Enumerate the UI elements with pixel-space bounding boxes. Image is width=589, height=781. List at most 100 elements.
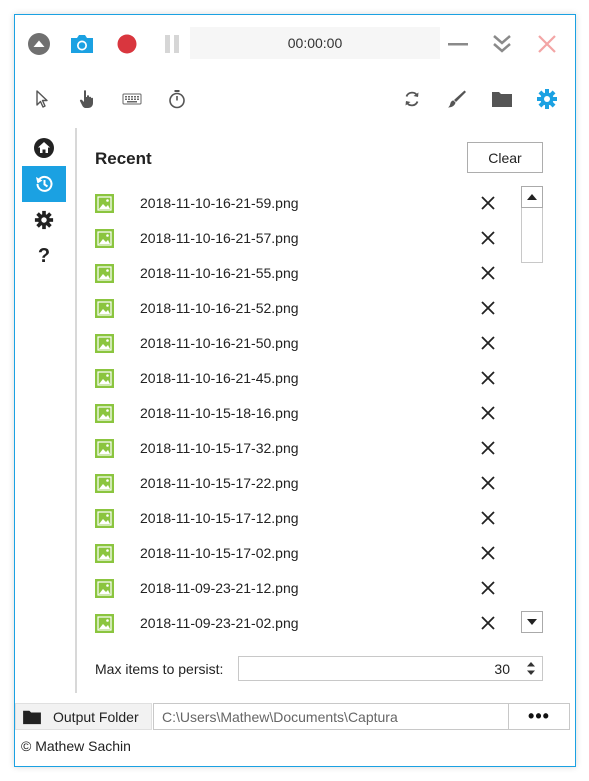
image-file-icon xyxy=(95,299,114,318)
list-item[interactable]: 2018-11-10-15-17-32.png xyxy=(93,431,513,466)
question-mark-icon: ? xyxy=(37,244,51,267)
file-name[interactable]: 2018-11-10-16-21-59.png xyxy=(140,195,299,211)
list-item[interactable]: 2018-11-10-16-21-50.png xyxy=(93,326,513,361)
close-icon xyxy=(481,196,495,210)
list-item[interactable]: 2018-11-10-15-18-16.png xyxy=(93,396,513,431)
nav-home[interactable] xyxy=(22,130,66,166)
list-item[interactable]: 2018-11-09-23-21-02.png xyxy=(93,606,513,641)
toolbar xyxy=(15,83,575,115)
close-icon xyxy=(481,511,495,525)
remove-item-button[interactable] xyxy=(479,264,497,282)
title-bar: 00:00:00 xyxy=(15,15,575,73)
max-items-label: Max items to persist: xyxy=(95,661,224,677)
recent-title: Recent xyxy=(95,149,152,168)
close-icon xyxy=(481,406,495,420)
remove-item-button[interactable] xyxy=(479,369,497,387)
minimize-icon xyxy=(448,43,468,46)
close-icon xyxy=(481,476,495,490)
captura-window: 00:00:00 ? Recent Clear 2018-11-10-16-21… xyxy=(14,14,576,767)
list-item[interactable]: 2018-11-10-16-21-57.png xyxy=(93,221,513,256)
scroll-up-button[interactable] xyxy=(521,186,543,208)
remove-item-button[interactable] xyxy=(479,229,497,247)
folder-icon xyxy=(23,710,41,725)
remove-item-button[interactable] xyxy=(479,614,497,632)
max-items-value[interactable]: 30 xyxy=(494,661,510,677)
screenshot-button[interactable] xyxy=(68,30,96,58)
list-item[interactable]: 2018-11-10-16-21-59.png xyxy=(93,186,513,221)
file-name[interactable]: 2018-11-10-16-21-57.png xyxy=(140,230,299,246)
nav-settings[interactable] xyxy=(22,202,66,238)
timer-toggle[interactable] xyxy=(163,85,191,113)
output-folder-button[interactable]: Output Folder xyxy=(15,703,152,730)
minimize-to-tray-button[interactable] xyxy=(488,30,516,58)
side-navigation: ? xyxy=(22,130,66,274)
spinner-arrows-icon[interactable] xyxy=(524,659,538,678)
stopwatch-icon xyxy=(169,90,185,109)
file-name[interactable]: 2018-11-10-16-21-50.png xyxy=(140,335,299,351)
list-item[interactable]: 2018-11-10-15-17-02.png xyxy=(93,536,513,571)
open-folder-button[interactable] xyxy=(488,85,516,113)
image-file-icon xyxy=(95,194,114,213)
file-name[interactable]: 2018-11-10-15-17-32.png xyxy=(140,440,299,456)
image-editor-button[interactable] xyxy=(443,85,471,113)
remove-item-button[interactable] xyxy=(479,509,497,527)
scroll-down-button[interactable] xyxy=(521,611,543,633)
list-item[interactable]: 2018-11-10-15-17-12.png xyxy=(93,501,513,536)
list-item[interactable]: 2018-11-10-16-21-45.png xyxy=(93,361,513,396)
file-name[interactable]: 2018-11-10-16-21-55.png xyxy=(140,265,299,281)
image-file-icon xyxy=(95,614,114,633)
record-button[interactable] xyxy=(113,30,141,58)
remove-item-button[interactable] xyxy=(479,474,497,492)
max-items-stepper[interactable]: 30 xyxy=(238,656,543,681)
file-name[interactable]: 2018-11-10-15-18-16.png xyxy=(140,405,299,421)
pause-icon xyxy=(165,35,179,53)
hand-pointer-icon xyxy=(79,90,93,108)
refresh-button[interactable] xyxy=(398,85,426,113)
list-item[interactable]: 2018-11-10-16-21-55.png xyxy=(93,256,513,291)
list-item[interactable]: 2018-11-10-16-21-52.png xyxy=(93,291,513,326)
list-item[interactable]: 2018-11-09-23-21-12.png xyxy=(93,571,513,606)
remove-item-button[interactable] xyxy=(479,439,497,457)
nav-recent[interactable] xyxy=(22,166,66,202)
minimize-button[interactable] xyxy=(444,30,472,58)
image-file-icon xyxy=(95,404,114,423)
settings-button[interactable] xyxy=(533,85,561,113)
recent-scrollbar[interactable] xyxy=(521,186,543,633)
file-name[interactable]: 2018-11-10-16-21-45.png xyxy=(140,370,299,386)
remove-item-button[interactable] xyxy=(479,194,497,212)
refresh-icon xyxy=(405,91,419,107)
image-file-icon xyxy=(95,334,114,353)
file-name[interactable]: 2018-11-10-15-17-02.png xyxy=(140,545,299,561)
output-folder-path[interactable]: C:\Users\Mathew\Documents\Captura xyxy=(153,703,509,730)
remove-item-button[interactable] xyxy=(479,579,497,597)
remove-item-button[interactable] xyxy=(479,404,497,422)
keyboard-icon xyxy=(122,93,142,105)
image-file-icon xyxy=(95,509,114,528)
image-file-icon xyxy=(95,544,114,563)
nav-about[interactable]: ? xyxy=(22,238,66,274)
elapsed-timer: 00:00:00 xyxy=(190,27,440,59)
scroll-thumb[interactable] xyxy=(521,208,543,263)
keystrokes-toggle[interactable] xyxy=(118,85,146,113)
brush-icon xyxy=(448,90,466,108)
remove-item-button[interactable] xyxy=(479,299,497,317)
list-item[interactable]: 2018-11-10-15-17-22.png xyxy=(93,466,513,501)
clear-button[interactable]: Clear xyxy=(467,142,543,173)
file-name[interactable]: 2018-11-10-16-21-52.png xyxy=(140,300,299,316)
close-button[interactable] xyxy=(533,30,561,58)
close-icon xyxy=(481,441,495,455)
remove-item-button[interactable] xyxy=(479,544,497,562)
home-icon xyxy=(34,138,54,158)
mouse-click-toggle[interactable] xyxy=(73,85,101,113)
pause-button[interactable] xyxy=(158,30,186,58)
collapse-icon xyxy=(28,33,50,55)
file-name[interactable]: 2018-11-09-23-21-02.png xyxy=(140,615,299,631)
history-icon xyxy=(36,175,53,192)
cursor-toggle[interactable] xyxy=(28,85,56,113)
file-name[interactable]: 2018-11-09-23-21-12.png xyxy=(140,580,299,596)
collapse-button[interactable] xyxy=(25,30,53,58)
browse-folder-button[interactable]: ••• xyxy=(509,703,570,730)
remove-item-button[interactable] xyxy=(479,334,497,352)
file-name[interactable]: 2018-11-10-15-17-12.png xyxy=(140,510,299,526)
file-name[interactable]: 2018-11-10-15-17-22.png xyxy=(140,475,299,491)
